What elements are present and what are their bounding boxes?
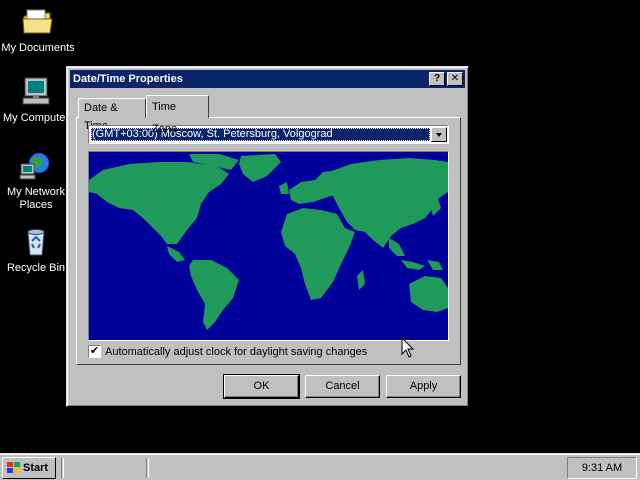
chevron-down-icon[interactable]: [431, 127, 447, 142]
desktop-icon-my-computer[interactable]: My Computer: [0, 76, 74, 125]
start-label: Start: [23, 462, 49, 474]
network-icon: [19, 152, 50, 180]
world-map-image: [89, 152, 448, 340]
timezone-selected-value: (GMT+03:00) Moscow, St. Petersburg, Volg…: [91, 128, 430, 141]
desktop-icon-my-network-places[interactable]: My Network Places: [0, 150, 74, 212]
mouse-cursor-icon: [401, 337, 415, 358]
desktop-icon-recycle-bin[interactable]: Recycle Bin: [0, 226, 74, 275]
apply-button[interactable]: Apply: [386, 375, 461, 398]
dialog-titlebar[interactable]: Date/Time Properties ? ✕: [70, 70, 465, 88]
desktop-icon-my-documents[interactable]: My Documents: [0, 6, 76, 55]
dialog-title: Date/Time Properties: [73, 73, 183, 85]
timezone-select[interactable]: (GMT+03:00) Moscow, St. Petersburg, Volg…: [88, 125, 449, 144]
world-map: [88, 151, 449, 341]
desktop: My Documents My Computer My Network Plac…: [0, 0, 640, 453]
computer-icon: [22, 77, 50, 105]
system-clock[interactable]: 9:31 AM: [567, 457, 637, 479]
taskbar-separator: [61, 458, 64, 478]
daylight-saving-checkbox[interactable]: ✔: [88, 345, 101, 358]
recycle-bin-icon: [27, 229, 45, 256]
desktop-icon-label: My Network Places: [6, 186, 66, 211]
close-button[interactable]: ✕: [447, 72, 463, 86]
desktop-icon-label: My Documents: [1, 42, 75, 54]
tab-time-zone[interactable]: Time Zone: [146, 95, 209, 135]
help-button[interactable]: ?: [429, 72, 445, 86]
windows-logo-icon: [7, 462, 20, 473]
ok-button[interactable]: OK: [223, 374, 300, 399]
desktop-icon-label: My Computer: [2, 112, 70, 124]
daylight-saving-label[interactable]: Automatically adjust clock for daylight …: [105, 345, 367, 359]
desktop-icon-label: Recycle Bin: [6, 262, 66, 274]
taskbar-separator: [146, 458, 149, 478]
tab-date-time[interactable]: Date & Time: [78, 98, 146, 132]
taskbar: Start 9:31 AM: [0, 453, 640, 480]
cancel-button[interactable]: Cancel: [305, 375, 380, 398]
folder-icon: [22, 9, 53, 34]
start-button[interactable]: Start: [2, 457, 56, 479]
